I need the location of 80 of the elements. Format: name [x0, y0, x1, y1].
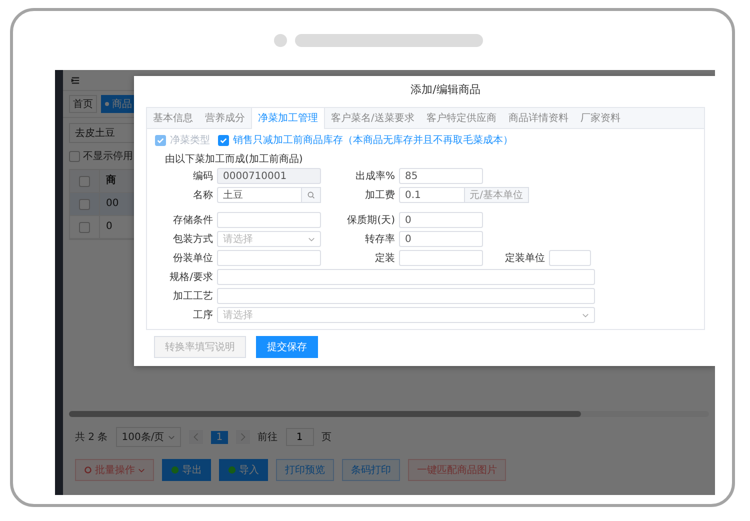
camera-icon — [274, 34, 287, 46]
page-tab[interactable]: 商品 — [101, 95, 136, 113]
checkbox-label: 销售只减加工前商品库存（本商品无库存并且不再取毛菜成本） — [233, 134, 513, 147]
chevron-icon — [308, 236, 315, 242]
input-field[interactable]: 土豆 — [217, 187, 302, 203]
chevron-icon — [582, 312, 589, 318]
field-label: 定装 — [374, 252, 395, 265]
search-field[interactable]: 去皮土豆 — [69, 123, 136, 143]
dialog-tab[interactable]: 客户特定供应商 — [420, 108, 502, 128]
next-page-icon[interactable] — [236, 430, 250, 444]
previous-page-icon[interactable] — [189, 430, 204, 444]
field-label: 转存率 — [364, 232, 395, 246]
input-field[interactable]: 0 — [399, 231, 483, 247]
dialog-tab[interactable]: 厂家资料 — [574, 108, 626, 128]
input-field[interactable] — [549, 250, 591, 266]
search-icon — [307, 191, 315, 199]
dialog-tab[interactable]: 基本信息 — [147, 108, 199, 128]
input-field[interactable] — [217, 212, 321, 228]
field-label: 工序 — [192, 308, 213, 322]
action-button[interactable]: 导出 — [162, 459, 211, 481]
checkbox[interactable] — [79, 222, 90, 232]
select-field[interactable]: 请选择 — [217, 231, 321, 247]
table-cell-text: 00 — [105, 197, 120, 211]
checkbox-label: 不显示停用 — [83, 150, 133, 163]
chevron-icon — [168, 434, 176, 440]
chevron-icon — [138, 468, 145, 472]
search-button[interactable] — [302, 187, 321, 203]
dot-icon — [171, 466, 179, 474]
input-field[interactable]: 0 — [399, 212, 483, 228]
field-label: 加工费 — [364, 188, 395, 202]
checkbox[interactable] — [79, 198, 90, 210]
input-field[interactable]: 0.1 — [399, 187, 465, 203]
field-label: 保质期(天) — [346, 214, 395, 227]
field-label: 出成率% — [354, 170, 395, 183]
action-button[interactable]: 条码打印 — [342, 459, 400, 481]
checkbox[interactable] — [218, 134, 229, 146]
page-size-select[interactable]: 100条/页 — [116, 427, 182, 447]
input-field[interactable] — [217, 269, 595, 285]
dialog-tab[interactable]: 客户菜名/送菜要求 — [325, 108, 420, 128]
page-number[interactable]: 1 — [211, 430, 228, 444]
field-label: 份装单位 — [172, 252, 213, 265]
section-title: 由以下菜加工而成(加工前商品) — [164, 152, 304, 167]
total-count: 共 2 条 — [75, 430, 108, 444]
checkbox[interactable] — [69, 150, 80, 162]
input-field[interactable]: 0000710001 — [217, 168, 321, 184]
input-field[interactable] — [217, 288, 595, 304]
dialog-tab[interactable]: 净菜加工管理 — [251, 108, 325, 129]
unit-suffix: 元/基本单位 — [464, 187, 529, 203]
dot-icon — [228, 466, 236, 474]
dialog-title: 添加/编辑商品 — [410, 82, 482, 98]
ring-icon — [84, 466, 92, 474]
field-label: 编码 — [192, 170, 213, 183]
action-button[interactable]: 导入 — [219, 459, 268, 481]
action-button[interactable]: 一键匹配商品图片 — [408, 459, 506, 481]
dialog-button[interactable]: 提交保存 — [256, 336, 318, 358]
column-header: 商 — [105, 173, 117, 188]
checkbox-label: 净菜类型 — [170, 134, 210, 147]
dialog-button[interactable]: 转换率填写说明 — [154, 336, 246, 358]
checkbox[interactable] — [79, 176, 90, 186]
input-field[interactable]: 85 — [399, 168, 483, 184]
goto-label: 前往 — [258, 430, 278, 444]
action-button[interactable]: 打印预览 — [276, 459, 334, 481]
dialog-tab[interactable]: 商品详情资料 — [502, 108, 574, 128]
field-label: 名称 — [192, 189, 213, 202]
scrollbar[interactable] — [69, 411, 709, 417]
page-tab[interactable]: 首页 — [69, 95, 97, 113]
field-label: 存储条件 — [172, 214, 213, 227]
dialog-tab[interactable]: 营养成分 — [199, 108, 251, 128]
field-label: 定装单位 — [504, 252, 545, 265]
goto-field[interactable]: 1 — [286, 428, 314, 446]
field-label: 规格/要求 — [168, 270, 213, 284]
select-field[interactable]: 请选择 — [217, 307, 595, 323]
field-label: 包装方式 — [172, 232, 213, 246]
table-cell-text: 0 — [105, 220, 114, 234]
input-field[interactable] — [217, 250, 321, 266]
page-suffix: 页 — [322, 431, 332, 444]
menu-icon[interactable] — [71, 76, 80, 84]
field-label: 加工工艺 — [172, 290, 213, 303]
input-field[interactable] — [399, 250, 483, 266]
action-button[interactable]: 批量操作 — [75, 459, 154, 481]
